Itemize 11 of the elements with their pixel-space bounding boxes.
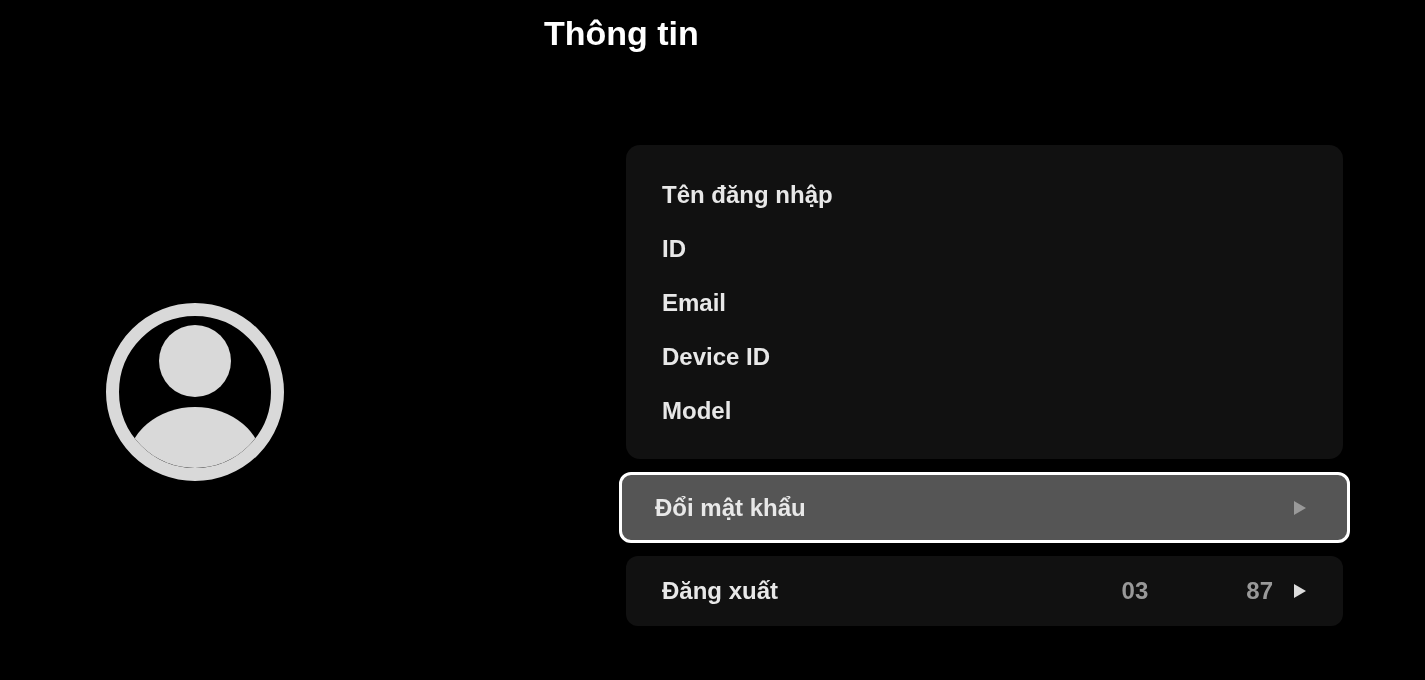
- menu-row[interactable]: Đổi mật khẩu: [619, 472, 1350, 543]
- menu-row[interactable]: Đăng xuất 03 87: [626, 556, 1343, 626]
- avatar-icon: [106, 303, 284, 481]
- play-arrow-icon: [1293, 584, 1307, 598]
- field-label: ID: [662, 234, 687, 264]
- field-label: Tên đăng nhập: [662, 180, 834, 210]
- play-arrow-icon: [1293, 500, 1307, 515]
- field-label: Email: [662, 288, 728, 318]
- page-title: Thông tin: [543, 13, 700, 54]
- field-label: Device ID: [662, 342, 772, 372]
- field-label: Model: [662, 396, 733, 426]
